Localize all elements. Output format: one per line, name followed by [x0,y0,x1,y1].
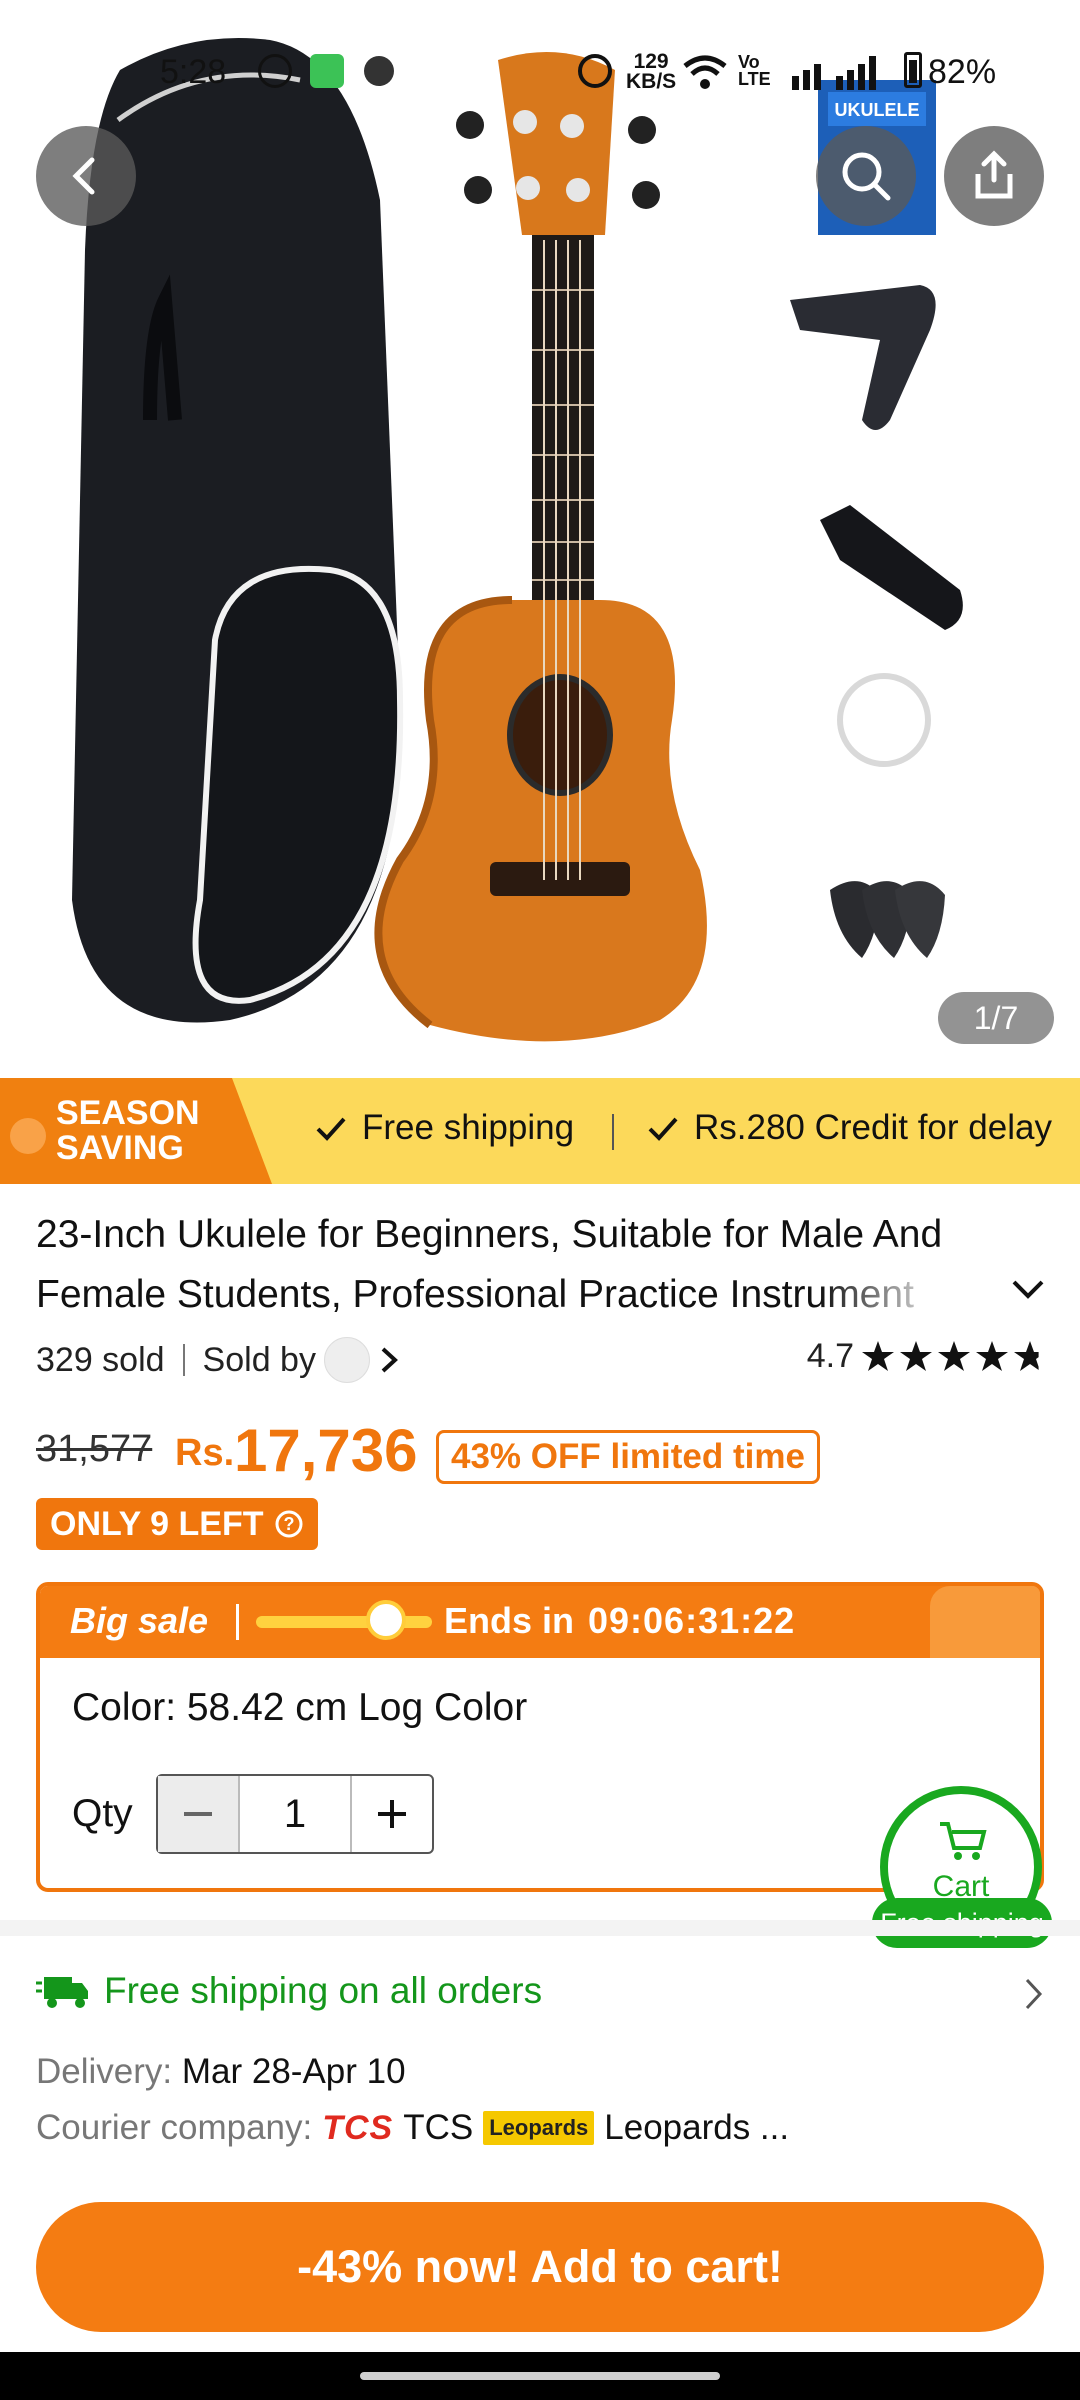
chevron-right-icon[interactable] [1022,1976,1046,2012]
sale-decoration [930,1586,1040,1658]
chevron-right-icon [381,1347,398,1373]
seller-logo [323,1337,370,1383]
sold-by-link[interactable]: Sold by [203,1337,400,1383]
alarm-icon [578,54,612,88]
share-button[interactable] [944,126,1044,226]
section-divider [0,1920,1080,1936]
promo-divider [612,1114,614,1150]
color-selection[interactable]: Color: 58.42 cm Log Color [72,1686,527,1730]
volte-indicator: Vo LTE [738,53,771,89]
truck-icon [36,1977,88,2008]
courier-label: Courier company: [36,2108,313,2147]
delivery-row: Delivery: Mar 28-Apr 10 [36,2052,406,2092]
chevron-left-icon [72,157,95,195]
season-saving-tag: SEASON SAVING [0,1078,272,1184]
star-rating-icon [862,1340,1039,1371]
big-sale-header: Big sale Ends in 09:06:31:22 [40,1586,1040,1658]
courier-row: Courier company: TCS TCS Leopards Leopar… [36,2108,789,2148]
minus-icon [184,1812,212,1816]
battery-saver-icon [310,54,344,88]
free-shipping-row[interactable]: Free shipping on all orders [36,1970,542,2012]
sale-divider [236,1604,239,1640]
promo-free-shipping: Free shipping [314,1108,574,1148]
status-time: 5:28 [160,52,227,91]
expand-title-chevron-icon[interactable] [1008,1274,1048,1304]
back-button[interactable] [36,126,136,226]
product-image-gallery[interactable]: UKULELE 5:28 129 KB/S Vo LTE 82% 1/7 [0,0,1080,1062]
rating[interactable]: 4.7 [807,1337,1050,1376]
sold-divider [182,1344,185,1376]
sold-row: 329 sold Sold by [36,1337,400,1383]
home-gesture-handle[interactable] [360,2372,720,2380]
question-icon: ? [275,1510,302,1538]
clock-icon [366,1600,406,1640]
promo-banner[interactable]: SEASON SAVING Free shipping Rs.280 Credi… [0,1078,1080,1184]
battery-percent: 82% [928,52,997,91]
app-notification-icon [364,56,394,86]
quantity-stepper: 1 [156,1774,434,1854]
checkmark-icon [316,1117,346,1141]
title-fade [820,1268,950,1324]
promo-item1-label: Free shipping [362,1108,575,1147]
net-speed-unit: KB/S [626,70,677,93]
discount-badge: 43% OFF limited time [436,1430,820,1484]
signal-icon [792,56,876,90]
increase-button[interactable] [352,1776,432,1852]
tag-line1: SEASON [56,1094,200,1132]
ends-in-label: Ends in [444,1600,575,1641]
promo-credit-delay: Rs.280 Credit for delay [646,1108,1052,1148]
product-image: UKULELE [72,38,963,1042]
checkmark-icon [648,1117,678,1141]
current-price: 17,736 [234,1417,418,1484]
image-counter: 1/7 [938,992,1054,1044]
countdown-timer: 09:06:31:22 [588,1600,796,1641]
price-currency: Rs. [175,1432,235,1474]
qty-label: Qty [72,1792,133,1835]
share-icon [975,150,1013,199]
cart-icon [940,1822,987,1860]
search-button[interactable] [816,126,916,226]
sold-by-label: Sold by [202,1340,316,1379]
rating-value: 4.7 [806,1337,854,1375]
volte-bottom: LTE [738,69,771,89]
big-sale-label: Big sale [70,1600,209,1641]
original-price: 31,577 [36,1428,153,1470]
thumbnail-book-text: UKULELE [835,100,920,120]
tcs-logo: TCS [322,2108,394,2147]
delivery-label: Delivery: [36,2052,173,2091]
quantity-value[interactable]: 1 [238,1776,352,1852]
flower-icon [10,1118,46,1154]
net-speed-value: 129 [633,50,669,73]
season-saving-text: SEASON SAVING [56,1096,200,1166]
plus-icon [378,1800,406,1828]
stock-badge[interactable]: ONLY 9 LEFT ? [36,1498,318,1550]
net-speed: 129 KB/S [626,50,677,93]
whatsapp-icon [258,54,292,88]
battery-icon [904,52,922,88]
decrease-button[interactable] [158,1776,238,1852]
courier-tcs: TCS [403,2108,474,2147]
tag-line2: SAVING [56,1129,184,1167]
svg-text:?: ? [283,1514,294,1534]
wifi-icon [683,55,727,89]
promo-item2-label: Rs.280 Credit for delay [694,1108,1052,1147]
add-to-cart-button[interactable]: -43% now! Add to cart! [36,2202,1044,2332]
search-icon [842,152,891,201]
stock-badge-label: ONLY 9 LEFT [50,1504,264,1543]
free-shipping-headline: Free shipping on all orders [104,1970,543,2011]
leopards-logo: Leopards [483,2111,595,2145]
sold-count: 329 sold [36,1340,165,1379]
delivery-dates: Mar 28-Apr 10 [181,2052,406,2091]
courier-leopards: Leopards ... [604,2108,790,2147]
